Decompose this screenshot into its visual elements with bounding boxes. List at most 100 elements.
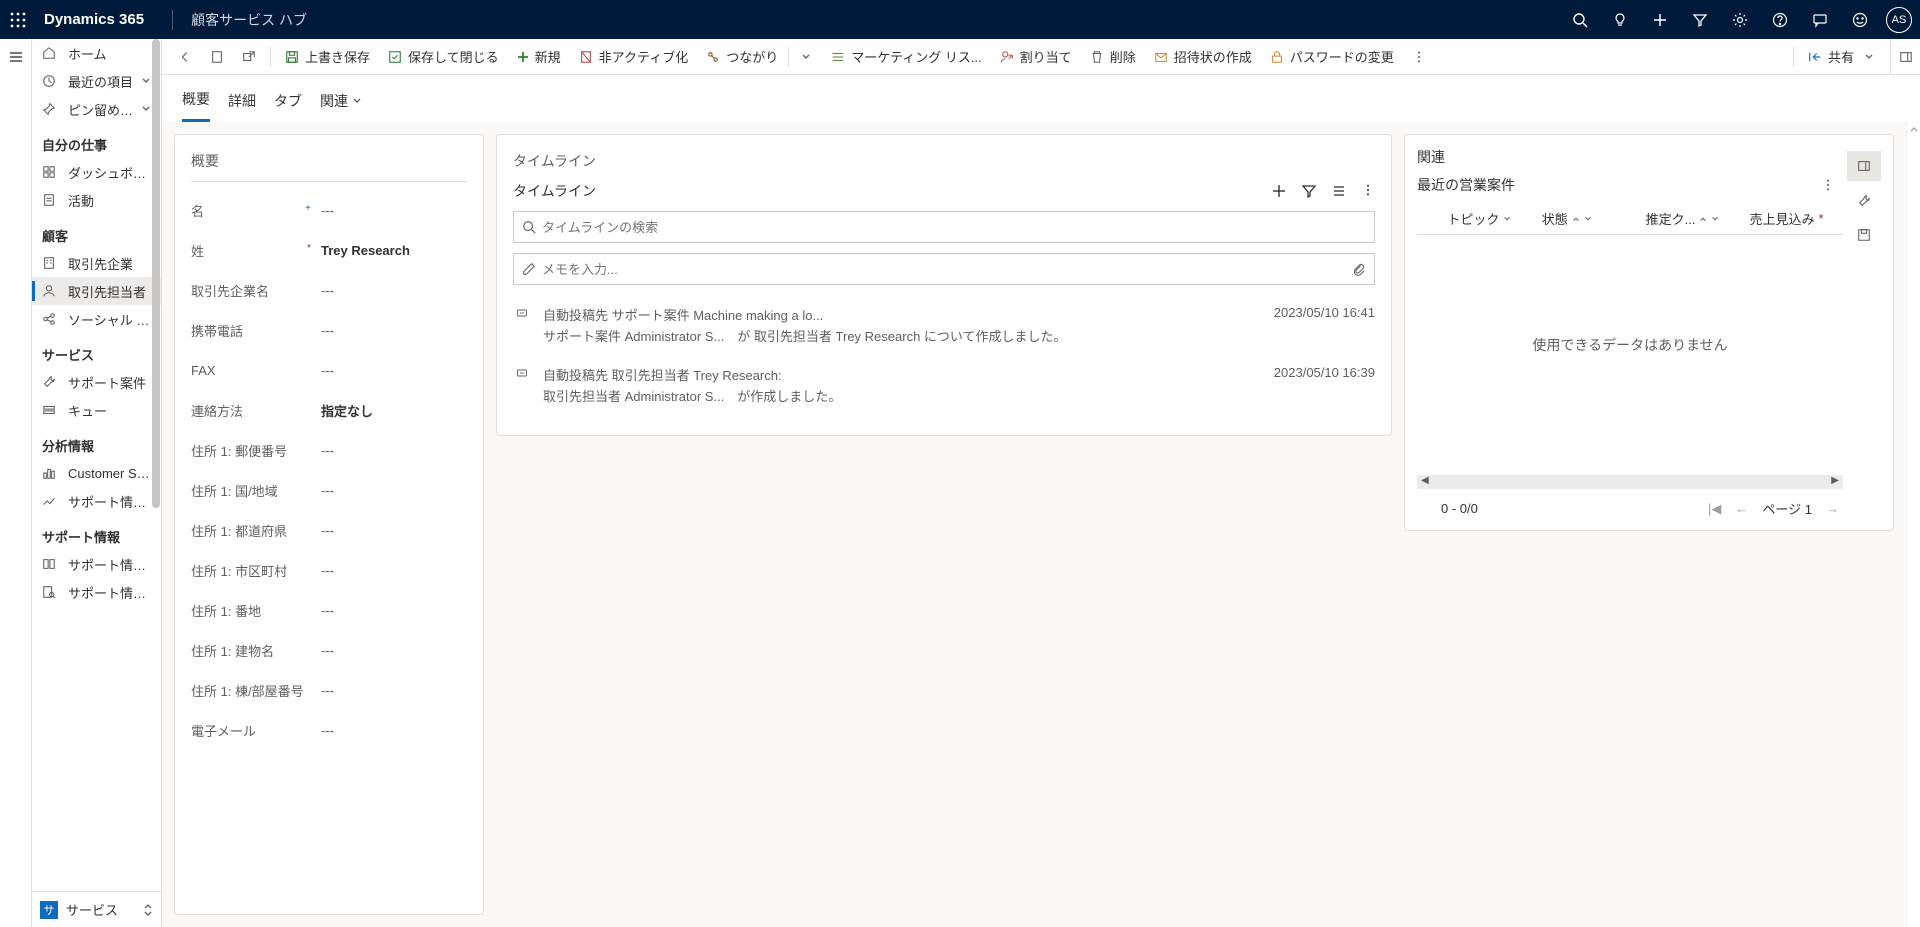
chat-icon[interactable] <box>1802 0 1838 39</box>
password-button[interactable]: パスワードの変更 <box>1262 42 1402 72</box>
form-field[interactable]: 取引先企業名--- <box>191 270 467 310</box>
save-pane-icon[interactable] <box>1850 221 1878 249</box>
form-field[interactable]: 住所 1: 番地--- <box>191 590 467 630</box>
nav-queue[interactable]: キュー <box>32 396 161 424</box>
area-switcher[interactable]: サ サービス <box>32 891 161 927</box>
field-value[interactable]: --- <box>321 523 467 538</box>
form-field[interactable]: 住所 1: 国/地域--- <box>191 470 467 510</box>
lightbulb-icon[interactable] <box>1602 0 1638 39</box>
form-field[interactable]: 名+--- <box>191 190 467 230</box>
page-next-icon[interactable]: → <box>1826 501 1839 516</box>
page-prev-icon[interactable]: ← <box>1735 501 1748 516</box>
add-icon[interactable] <box>1642 0 1678 39</box>
form-field[interactable]: FAX--- <box>191 350 467 390</box>
sidepane-toggle[interactable] <box>1890 39 1920 75</box>
field-value[interactable]: --- <box>321 203 467 218</box>
related-pane-toggle[interactable] <box>1847 151 1881 181</box>
connect-chevron[interactable] <box>791 42 821 72</box>
back-button[interactable] <box>170 42 200 72</box>
save-close-button[interactable]: 保存して閉じる <box>380 42 507 72</box>
nav-social[interactable]: ソーシャル プロ... <box>32 305 161 333</box>
field-value[interactable]: --- <box>321 283 467 298</box>
save-button[interactable]: 上書き保存 <box>277 42 378 72</box>
field-value[interactable]: --- <box>321 603 467 618</box>
hamburger-icon[interactable] <box>0 41 32 73</box>
nav-activity[interactable]: 活動 <box>32 186 161 214</box>
col-revenue[interactable]: 売上見込み* <box>1750 209 1844 228</box>
timeline-note-input[interactable] <box>542 262 1352 277</box>
timeline-item[interactable]: 自動投稿先 取引先担当者 Trey Research:2023/05/10 16… <box>513 359 1375 419</box>
form-field[interactable]: 携帯電話--- <box>191 310 467 350</box>
open-record-set-icon[interactable] <box>202 42 232 72</box>
field-value[interactable]: --- <box>321 563 467 578</box>
field-value[interactable]: --- <box>321 643 467 658</box>
nav-csh[interactable]: Customer Service ... <box>32 459 161 487</box>
form-field[interactable]: 姓*Trey Research <box>191 230 467 270</box>
form-field[interactable]: 住所 1: 棟/部屋番号--- <box>191 670 467 710</box>
tab-summary[interactable]: 概要 <box>182 83 210 122</box>
nav-insight[interactable]: サポート情報分析 <box>32 487 161 515</box>
form-field[interactable]: 住所 1: 都道府県--- <box>191 510 467 550</box>
app-name[interactable]: 顧客サービス ハブ <box>191 10 307 30</box>
content-scrollbar[interactable] <box>1906 122 1920 927</box>
timeline-expand-icon[interactable] <box>1331 183 1347 199</box>
overflow-icon[interactable] <box>1404 42 1434 72</box>
page-first-icon[interactable]: |◀ <box>1708 501 1721 517</box>
tab-details[interactable]: 詳細 <box>228 85 256 121</box>
timeline-more-icon[interactable] <box>1361 183 1375 199</box>
form-field[interactable]: 電子メール--- <box>191 710 467 750</box>
timeline-add-icon[interactable] <box>1271 183 1287 199</box>
form-field[interactable]: 住所 1: 建物名--- <box>191 630 467 670</box>
invite-button[interactable]: 招待状の作成 <box>1146 42 1260 72</box>
attach-icon[interactable] <box>1352 262 1366 276</box>
user-avatar[interactable]: AS <box>1886 7 1912 33</box>
connect-button[interactable]: つながり <box>698 42 786 72</box>
grid-hscroll[interactable]: ◀ ▶ <box>1417 475 1843 489</box>
form-field[interactable]: 住所 1: 郵便番号--- <box>191 430 467 470</box>
form-field[interactable]: 住所 1: 市区町村--- <box>191 550 467 590</box>
field-value[interactable]: 指定なし <box>321 401 467 420</box>
nav-recent[interactable]: 最近の項目 <box>32 67 161 95</box>
search-icon[interactable] <box>1562 0 1598 39</box>
timeline-search[interactable] <box>513 211 1375 243</box>
nav-contact[interactable]: 取引先担当者 <box>32 277 161 305</box>
field-value[interactable]: --- <box>321 683 467 698</box>
share-button[interactable]: 共有 <box>1800 42 1882 72</box>
nav-kbsearch[interactable]: サポート情報検索 <box>32 578 161 606</box>
sitemap-scrollbar[interactable] <box>151 39 161 891</box>
field-value[interactable]: --- <box>321 723 467 738</box>
timeline-note[interactable] <box>513 253 1375 285</box>
brand[interactable]: Dynamics 365 <box>44 11 144 28</box>
tab-related[interactable]: 関連 <box>320 85 362 121</box>
nav-kbarticle[interactable]: サポート情報記事 <box>32 550 161 578</box>
col-state[interactable]: 状態 <box>1542 209 1646 228</box>
nav-case[interactable]: サポート案件 <box>32 368 161 396</box>
timeline-search-input[interactable] <box>542 220 1366 235</box>
field-value[interactable]: --- <box>321 483 467 498</box>
filter-icon[interactable] <box>1682 0 1718 39</box>
field-value[interactable]: --- <box>321 363 467 378</box>
assign-button[interactable]: 割り当て <box>992 42 1080 72</box>
related-more-icon[interactable] <box>1821 178 1843 192</box>
field-value[interactable]: --- <box>321 443 467 458</box>
wrench-icon[interactable] <box>1850 187 1878 215</box>
col-topic[interactable]: トピック <box>1417 209 1542 228</box>
timeline-filter-icon[interactable] <box>1301 183 1317 199</box>
nav-dashboard[interactable]: ダッシュボード <box>32 158 161 186</box>
field-value[interactable]: Trey Research <box>321 243 467 258</box>
smiley-icon[interactable] <box>1842 0 1878 39</box>
deactivate-button[interactable]: 非アクティブ化 <box>571 42 697 72</box>
gear-icon[interactable] <box>1722 0 1758 39</box>
marketing-button[interactable]: マーケティング リス... <box>823 42 989 72</box>
col-date[interactable]: 推定ク... <box>1646 209 1750 228</box>
help-icon[interactable] <box>1762 0 1798 39</box>
form-field[interactable]: 連絡方法指定なし <box>191 390 467 430</box>
timeline-item[interactable]: 自動投稿先 サポート案件 Machine making a lo...2023/… <box>513 299 1375 359</box>
field-value[interactable]: --- <box>321 323 467 338</box>
popout-icon[interactable] <box>234 42 264 72</box>
new-button[interactable]: 新規 <box>509 42 569 72</box>
delete-button[interactable]: 削除 <box>1082 42 1144 72</box>
tab-tab[interactable]: タブ <box>274 85 302 121</box>
nav-account[interactable]: 取引先企業 <box>32 249 161 277</box>
app-launcher-icon[interactable] <box>8 10 28 30</box>
